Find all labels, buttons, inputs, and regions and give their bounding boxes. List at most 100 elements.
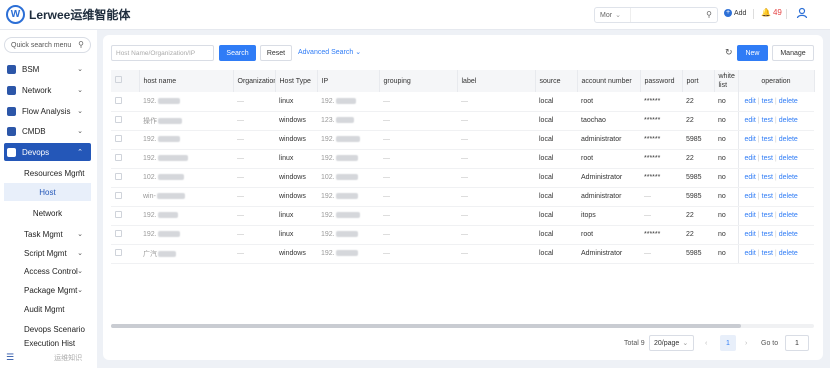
next-page-icon[interactable]: › — [745, 335, 747, 351]
table-row[interactable]: 操作 — windows 123. — — local taochao ****** 22 no ed… — [111, 111, 814, 131]
row-checkbox[interactable] — [111, 206, 139, 226]
menu-icon[interactable]: ☰ — [6, 352, 14, 363]
prev-page-icon[interactable]: ‹ — [705, 335, 707, 351]
column-header[interactable]: Host Type — [275, 70, 318, 92]
add-button[interactable]: + Add — [724, 9, 746, 17]
new-button[interactable]: New — [737, 45, 768, 61]
test-link[interactable]: test — [762, 193, 773, 200]
page-size-select[interactable]: 20/page ⌄ — [649, 335, 694, 351]
column-header[interactable]: source — [535, 70, 578, 92]
host-name-cell[interactable]: 192. — [139, 149, 233, 169]
checkbox-icon[interactable] — [115, 116, 122, 123]
checkbox-icon[interactable] — [115, 211, 122, 218]
horizontal-scrollbar[interactable] — [111, 324, 814, 328]
column-header[interactable]: white list — [714, 70, 739, 92]
row-checkbox[interactable] — [111, 168, 139, 188]
sidebar-subitem-package-mgmt[interactable]: Package Mgmt ⌄ — [4, 281, 91, 299]
reset-button[interactable]: Reset — [260, 45, 292, 61]
table-row[interactable]: 192. — windows 192. — — local administrator ****… — [111, 130, 814, 150]
scrollbar-thumb[interactable] — [111, 324, 741, 328]
menu-search-input[interactable]: Quick search menu ⚲ — [4, 37, 91, 53]
delete-link[interactable]: delete — [779, 155, 798, 162]
column-header[interactable]: account number — [577, 70, 641, 92]
table-row[interactable]: win- — windows 192. — — local administrator — 598… — [111, 187, 814, 207]
test-link[interactable]: test — [762, 212, 773, 219]
page-number[interactable]: 1 — [720, 335, 736, 351]
host-filter-input[interactable]: Host Name/Organization/IP — [111, 45, 214, 61]
refresh-icon[interactable]: ↻ — [725, 47, 733, 58]
edit-link[interactable]: edit — [745, 98, 756, 105]
table-row[interactable]: 192. — linux 192. — — local root ****** 22 no edit |… — [111, 225, 814, 245]
test-link[interactable]: test — [762, 117, 773, 124]
sidebar-subitem-host[interactable]: Host — [4, 183, 91, 201]
checkbox-icon[interactable] — [115, 192, 122, 199]
alerts-button[interactable]: 🔔 49 — [761, 8, 782, 17]
host-name-cell[interactable]: 192. — [139, 206, 233, 226]
sidebar-subitem-resources-mgmt[interactable]: Resources Mgmt ⌃ — [4, 164, 91, 182]
edit-link[interactable]: edit — [745, 231, 756, 238]
edit-link[interactable]: edit — [745, 155, 756, 162]
checkbox-icon[interactable] — [115, 96, 122, 104]
column-header[interactable]: password — [640, 70, 683, 92]
edit-link[interactable]: edit — [745, 136, 756, 143]
host-name-cell[interactable]: 广汽 — [139, 244, 233, 264]
table-row[interactable]: 102. — windows 102. — — local Administrator ****… — [111, 168, 814, 188]
checkbox-icon[interactable] — [115, 135, 122, 142]
sidebar-subitem-audit-mgmt[interactable]: Audit Mgmt — [4, 300, 91, 318]
host-name-cell[interactable]: 操作 — [139, 111, 233, 131]
goto-page-input[interactable]: 1 — [785, 335, 809, 351]
sidebar-item-bsm[interactable]: BSM ⌄ — [4, 60, 91, 78]
delete-link[interactable]: delete — [779, 98, 798, 105]
sidebar-subitem-script-mgmt[interactable]: Script Mgmt ⌄ — [4, 244, 91, 262]
search-icon[interactable]: ⚲ — [706, 10, 712, 19]
row-checkbox[interactable] — [111, 187, 139, 207]
advanced-search-link[interactable]: Advanced Search ⌄ — [298, 48, 361, 56]
global-search[interactable]: Mor ⌄ ⚲ — [594, 7, 718, 23]
manage-button[interactable]: Manage — [772, 45, 814, 61]
host-name-cell[interactable]: 102. — [139, 168, 233, 188]
column-header[interactable]: host name — [139, 70, 234, 92]
delete-link[interactable]: delete — [779, 250, 798, 257]
sidebar-subitem-access-control[interactable]: Access Control ⌄ — [4, 262, 91, 280]
test-link[interactable]: test — [762, 174, 773, 181]
sidebar-item-cmdb[interactable]: CMDB ⌄ — [4, 122, 91, 140]
sidebar-subitem-network[interactable]: Network — [4, 204, 91, 222]
row-checkbox[interactable] — [111, 130, 139, 150]
column-header[interactable]: IP — [317, 70, 380, 92]
test-link[interactable]: test — [762, 136, 773, 143]
test-link[interactable]: test — [762, 155, 773, 162]
column-header[interactable]: grouping — [379, 70, 458, 92]
edit-link[interactable]: edit — [745, 174, 756, 181]
host-name-cell[interactable]: win- — [139, 187, 233, 207]
table-row[interactable]: 广汽 — windows 192. — — local Administrator — 5985 n… — [111, 244, 814, 264]
delete-link[interactable]: delete — [779, 136, 798, 143]
edit-link[interactable]: edit — [745, 250, 756, 257]
test-link[interactable]: test — [762, 231, 773, 238]
brand-logo[interactable]: W Lerwee运维智能体 — [6, 5, 130, 24]
search-scope-select[interactable]: Mor ⌄ — [595, 8, 631, 22]
row-checkbox[interactable] — [111, 111, 139, 131]
knowledge-link[interactable]: 运维知识 — [54, 353, 82, 363]
user-icon[interactable] — [796, 7, 810, 21]
column-header[interactable]: label — [457, 70, 536, 92]
delete-link[interactable]: delete — [779, 231, 798, 238]
column-header[interactable]: port — [682, 70, 715, 92]
sidebar-subitem-task-mgmt[interactable]: Task Mgmt ⌄ — [4, 225, 91, 243]
sidebar-item-devops[interactable]: Devops ⌃ — [4, 143, 91, 161]
row-checkbox[interactable] — [111, 92, 139, 112]
host-name-cell[interactable]: 192. — [139, 130, 233, 150]
select-all-checkbox[interactable] — [111, 70, 140, 92]
edit-link[interactable]: edit — [745, 193, 756, 200]
sidebar-subitem-execution-hist[interactable]: Execution Hist — [4, 340, 91, 348]
delete-link[interactable]: delete — [779, 193, 798, 200]
table-row[interactable]: 192. — linux 192. — — local itops —22 no edit | test… — [111, 206, 814, 226]
row-checkbox[interactable] — [111, 149, 139, 169]
row-checkbox[interactable] — [111, 225, 139, 245]
table-row[interactable]: 192. — linux 192. — — local root ****** 22 no edit |… — [111, 92, 814, 112]
delete-link[interactable]: delete — [779, 174, 798, 181]
table-row[interactable]: 192. — linux 192. — — local root ****** 22 no edit |… — [111, 149, 814, 169]
edit-link[interactable]: edit — [745, 117, 756, 124]
delete-link[interactable]: delete — [779, 212, 798, 219]
checkbox-icon[interactable] — [115, 173, 122, 180]
edit-link[interactable]: edit — [745, 212, 756, 219]
